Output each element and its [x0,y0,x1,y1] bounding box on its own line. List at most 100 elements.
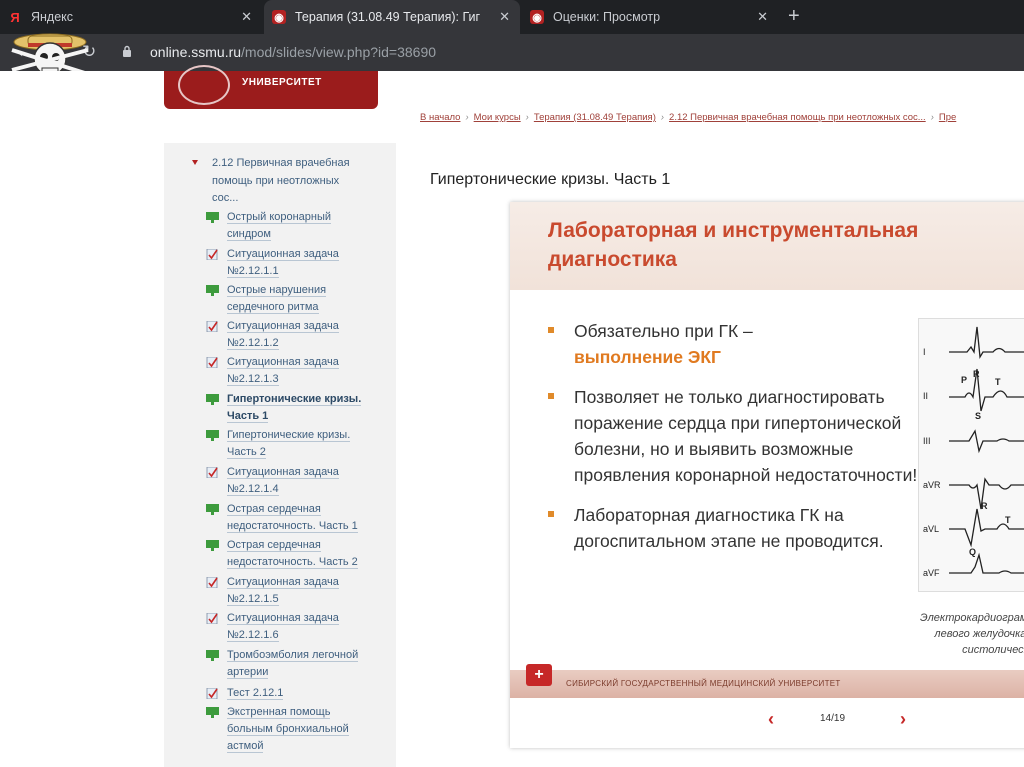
ecg-caption: Электрокардиограмм левого желудочка с си… [895,610,1024,658]
page: УНИВЕРСИТЕТ В начало › Мои курсы › Терапия (… [0,65,1024,767]
assignment-icon [206,613,218,624]
ecg-wave-label: R [981,501,988,511]
ecg-lead-label: aVF [923,568,940,578]
sidebar-item-text: Острая сердечная недостаточность. Часть … [227,503,358,533]
sidebar-item-label: Ситуационная задача №2.12.1.2 [227,318,377,352]
slides-icon [206,212,219,223]
breadcrumb-separator: › [930,112,934,123]
breadcrumb-link[interactable]: В начало [420,112,460,123]
sidebar-item-label: Тромбоэмболия легочной артерии [227,647,377,681]
bullet-marker [548,327,554,333]
sidebar-item-label: Тест 2.12.1 [227,685,377,702]
new-tab-button[interactable]: + [788,6,800,26]
lock-icon [123,45,131,57]
assignment-icon [206,357,218,368]
breadcrumb-link[interactable]: Пре [939,112,956,123]
bullet-highlight: выполнение ЭКГ [574,347,721,367]
tab-therapy[interactable]: ◉ Терапия (31.08.49 Терапия): Гиг ✕ [264,0,520,34]
slide-counter: 14/19 [820,713,846,724]
breadcrumb-link[interactable]: 2.12 Первичная врачебная помощь при неот… [669,112,926,123]
main-content: Гипертонические кризы. Часть 1 Лаборатор… [408,143,1024,767]
sidebar-item-text: Тест 2.12.1 [227,687,284,700]
next-slide-button[interactable]: › [900,709,906,730]
sidebar-item-text: Ситуационная задача №2.12.1.3 [227,356,339,386]
sidebar-section-title: 2.12 Первичная врачебная помощь при неот… [212,157,350,204]
slides-icon [206,430,219,441]
slide: Лабораторная и инструментальная диагност… [510,202,1024,699]
ecg-wave-label: R [973,369,980,379]
university-seal-icon: ◉ [272,10,286,24]
sidebar-item-text: Гипертонические кризы. Часть 1 [227,393,362,423]
sidebar-item-text: Ситуационная задача №2.12.1.5 [227,576,339,606]
sidebar-item-label: Острая сердечная недостаточность. Часть … [227,537,377,571]
tab-grades[interactable]: ◉ Оценки: Просмотр ✕ [522,0,778,34]
medical-kit-icon: + [526,664,552,686]
ecg-caption-line: систолическо [962,644,1024,656]
ecg-wave-label: T [1005,515,1011,525]
tab-title: Терапия (31.08.49 Терапия): Гиг [295,10,481,24]
breadcrumb-link[interactable]: Мои курсы [474,112,521,123]
ecg-lead-label: aVR [923,480,941,490]
url-path: /mod/slides/view.php?id=38690 [241,44,437,60]
ecg-image: IIIIIIaVRaVLaVF P R T S R T Q [918,318,1024,592]
ecg-lead-label: I [923,347,926,357]
assignment-icon [206,577,218,588]
url-field[interactable]: online.ssmu.ru/mod/slides/view.php?id=38… [150,44,436,60]
university-seal-icon [178,65,230,105]
sidebar-item-label: Ситуационная задача №2.12.1.6 [227,610,377,644]
sidebar-item-label: Экстренная помощь больным бронхиальной а… [227,704,377,755]
sidebar-item-label: Острые нарушения сердечного ритма [227,282,377,316]
ecg-lead-label: II [923,391,928,401]
address-bar: ← ↻ online.ssmu.ru/mod/slides/view.php?i… [0,34,1024,71]
sidebar-item-text: Острые нарушения сердечного ритма [227,284,327,314]
close-icon[interactable]: ✕ [499,9,510,25]
sidebar-item-text: Ситуационная задача №2.12.1.4 [227,466,339,496]
sidebar-item-text: Ситуационная задача №2.12.1.2 [227,320,339,350]
bullet-text: Позволяет не только диагностировать пора… [574,387,918,485]
breadcrumb-separator: › [525,112,529,123]
slide-header: Лабораторная и инструментальная диагност… [510,202,1024,290]
assignment-icon [206,688,218,699]
assignment-icon [206,249,218,260]
sidebar-item-text: Острый коронарный синдром [227,211,332,241]
sidebar-item-text: Ситуационная задача №2.12.1.6 [227,612,339,642]
yandex-icon: Я [10,9,20,25]
tab-yandex[interactable]: Я Яндекс ✕ [0,0,262,34]
bullet-marker [548,393,554,399]
sidebar-item-text: Тромбоэмболия легочной артерии [227,649,359,679]
slides-icon [206,394,219,405]
close-icon[interactable]: ✕ [757,9,768,25]
slides-icon [206,540,219,551]
ecg-wave-label: P [961,375,967,385]
slides-icon [206,285,219,296]
assignment-icon [206,467,218,478]
sidebar-item-label: Гипертонические кризы. Часть 1 [227,391,377,425]
ecg-lead-label: III [923,436,931,446]
ecg-lead-label: aVL [923,524,939,534]
ecg-caption-line: Электрокардиограмм [919,612,1024,624]
browser-tab-strip: Я Яндекс ✕ ◉ Терапия (31.08.49 Терапия):… [0,0,1024,34]
slide-bullets: Обязательно при ГК – выполнение ЭКГ Позв… [548,318,928,568]
sidebar-item-label: Гипертонические кризы. Часть 2 [227,427,377,461]
breadcrumb-link[interactable]: Терапия (31.08.49 Терапия) [534,112,656,123]
close-icon[interactable]: ✕ [241,9,252,25]
bullet-text: Лабораторная диагностика ГК на догоспита… [574,505,884,551]
sidebar-item-label: Ситуационная задача №2.12.1.4 [227,464,377,498]
slide-footer: + СИБИРСКИЙ ГОСУДАРСТВЕННЫЙ МЕДИЦИНСКИЙ … [510,664,1024,698]
url-host: online.ssmu.ru [150,44,242,60]
breadcrumb-separator: › [465,112,469,123]
course-sidebar: 2.12 Первичная врачебная помощь при неот… [164,143,396,767]
bullet-text: Обязательно при ГК – [574,321,753,341]
sidebar-item-text: Экстренная помощь больным бронхиальной а… [227,706,349,753]
sidebar-item-text: Острая сердечная недостаточность. Часть … [227,539,358,569]
university-logo[interactable]: УНИВЕРСИТЕТ [164,65,378,109]
ecg-wave-label: T [995,377,1001,387]
page-title: Гипертонические кризы. Часть 1 [430,171,671,188]
breadcrumb: В начало › Мои курсы › Терапия (31.08.49 Тер… [420,112,1024,123]
slide-title: Лабораторная и инструментальная диагност… [548,219,919,271]
slide-footer-text: СИБИРСКИЙ ГОСУДАРСТВЕННЫЙ МЕДИЦИНСКИЙ УН… [566,679,841,688]
slide-pager: ‹ 14/19 › [510,707,1024,737]
expanded-triangle-icon[interactable] [192,160,198,165]
breadcrumb-separator: › [660,112,665,123]
prev-slide-button[interactable]: ‹ [768,709,774,730]
